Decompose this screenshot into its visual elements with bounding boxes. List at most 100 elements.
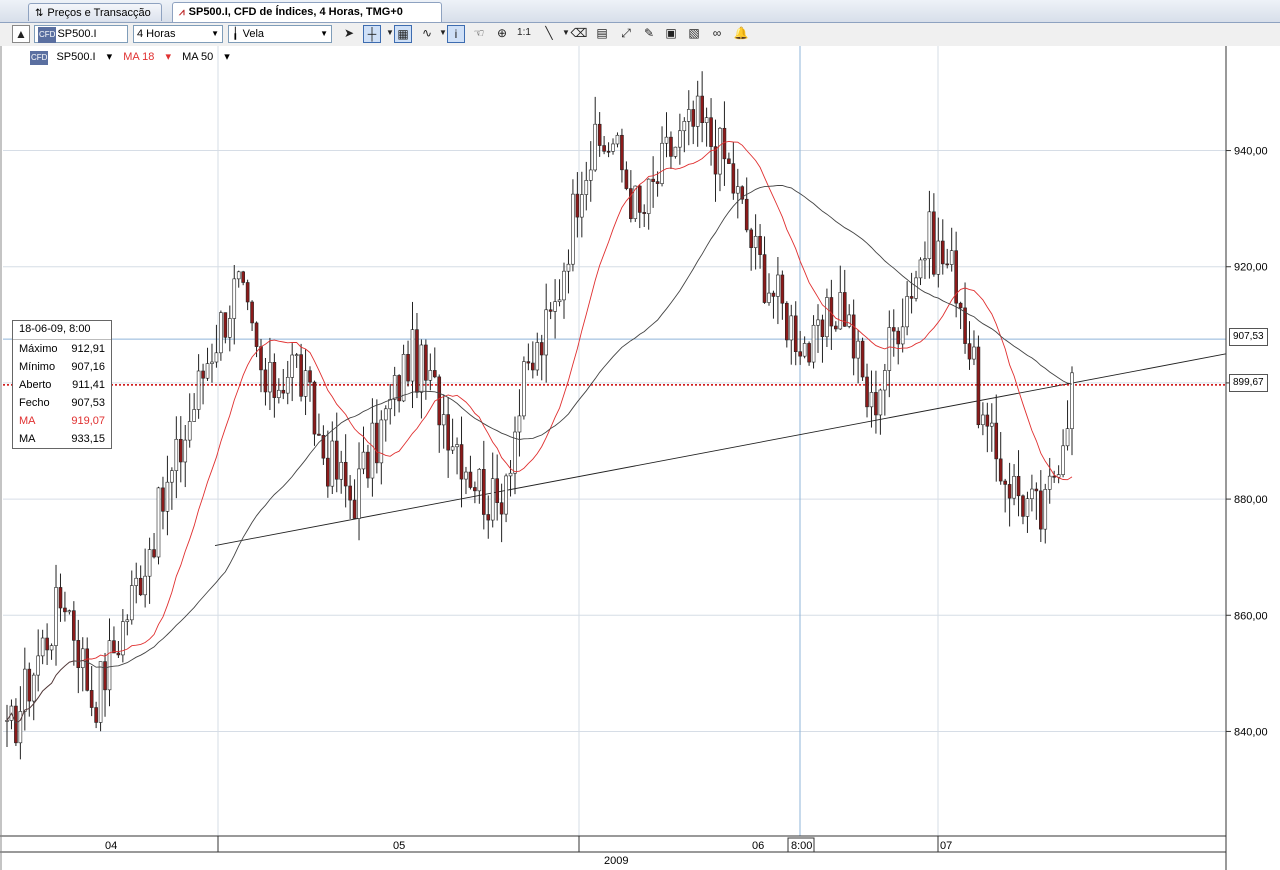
candle-body <box>932 211 936 275</box>
candle-body <box>584 180 589 195</box>
candle-body <box>816 319 820 326</box>
candle-body <box>624 169 629 189</box>
candle-body <box>834 325 838 330</box>
save-image-icon[interactable]: ▧ <box>685 25 703 43</box>
candle-body <box>499 502 504 515</box>
info-icon[interactable]: i <box>447 25 465 43</box>
candle-body <box>936 240 941 275</box>
candle-body <box>428 370 433 381</box>
tab-chart-sp500[interactable]: ⩘ SP500.I, CFD de Índices, 4 Horas, TMG+0 <box>172 2 442 22</box>
ma-lines <box>6 140 1073 724</box>
legend-ma-slow[interactable]: MA 50 ▾ <box>182 51 230 63</box>
candle-body <box>317 433 321 436</box>
candle-body <box>526 361 531 364</box>
candle-body <box>811 324 816 363</box>
eraser-icon[interactable]: ⌫ <box>570 25 588 43</box>
template-icon[interactable]: ▤ <box>593 25 611 43</box>
candle-body <box>36 655 40 676</box>
candle-body <box>669 136 673 157</box>
expand-icon[interactable]: ⤢ <box>617 25 635 43</box>
ma-fast-line <box>6 140 1073 724</box>
candle-body <box>891 327 896 332</box>
candle-body <box>178 438 183 463</box>
candle-body <box>80 648 85 669</box>
candle-body <box>375 422 379 464</box>
candle-body <box>789 315 794 341</box>
candle-body <box>1047 475 1052 490</box>
candle-body <box>1039 490 1043 530</box>
info-datetime: 18-06-09, 8:00 <box>13 321 111 340</box>
candle-body <box>446 414 450 451</box>
candle-body <box>152 549 156 558</box>
candle-body <box>40 637 45 657</box>
candle-body <box>967 343 972 360</box>
candle-body <box>1025 498 1030 517</box>
x-tick-label: 05 <box>393 840 405 852</box>
candle-body <box>611 143 615 152</box>
candle-body <box>326 457 330 487</box>
candle-body <box>985 414 990 427</box>
info-row-max: Máximo 912,91 <box>19 343 105 355</box>
candle-body <box>637 185 642 213</box>
symbol-input[interactable]: CFD SP500.I <box>34 25 128 43</box>
candle-body <box>299 354 303 397</box>
link-icon[interactable]: ∞ <box>708 25 726 43</box>
tab-label: SP500.I, CFD de Índices, 4 Horas, TMG+0 <box>188 6 403 18</box>
chart-style-select[interactable]: ╽ Vela ▼ <box>228 25 332 43</box>
candle-body <box>865 376 869 408</box>
line-draw-icon[interactable]: ╲ <box>540 25 558 43</box>
axes: 940,00920,00900,00880,00860,00840,000405… <box>0 46 1268 870</box>
tools-icon[interactable]: ✎ <box>640 25 658 43</box>
candle-body <box>566 263 571 272</box>
tab-precos-transaccao[interactable]: ⇅ Preços e Transacção <box>28 3 162 21</box>
candle-body <box>874 392 878 416</box>
candle-body <box>776 274 780 297</box>
candle-body <box>923 258 927 261</box>
hand-icon[interactable]: ☜ <box>470 25 488 43</box>
candle-body <box>272 362 277 398</box>
legend-ma-fast[interactable]: MA 18 ▾ <box>123 51 171 63</box>
candle-body <box>357 468 361 519</box>
ohlc-info-box: 18-06-09, 8:00 Máximo 912,91 Mínimo 907,16… <box>12 320 112 449</box>
alert-bell-icon[interactable]: 🔔 <box>732 25 750 43</box>
candle-body <box>187 421 192 441</box>
candle-body <box>125 619 130 622</box>
candle-body <box>593 123 598 171</box>
collapse-button[interactable]: ▲ <box>12 25 30 43</box>
price-chart[interactable]: 940,00920,00900,00880,00860,00840,000405… <box>0 46 1280 870</box>
candle-body <box>860 340 865 378</box>
crosshair-tool-icon[interactable]: ┼ <box>363 25 381 43</box>
x-year-label: 2009 <box>604 855 628 867</box>
scale-1to1-icon[interactable]: 1:1 <box>515 25 533 43</box>
candle-body <box>517 415 522 433</box>
y-tick-label: 920,00 <box>1234 262 1268 274</box>
legend-instrument[interactable]: CFD SP500.I ▾ <box>30 51 112 65</box>
candle-body <box>468 471 473 488</box>
cursor-tool-icon[interactable]: ➤ <box>340 25 358 43</box>
candle-body <box>277 389 281 398</box>
zoom-icon[interactable]: ⊕ <box>493 25 511 43</box>
candle-body <box>361 451 366 470</box>
candle-body <box>981 414 985 426</box>
candle-body <box>522 361 526 417</box>
candle-body <box>691 109 696 127</box>
candle-body <box>606 150 611 153</box>
copy-chart-icon[interactable]: ▣ <box>662 25 680 43</box>
grid-toggle-icon[interactable]: ▦ <box>394 25 412 43</box>
candle-body <box>535 342 540 371</box>
period-select[interactable]: 4 Horas ▼ <box>133 25 223 43</box>
candle-body <box>410 329 415 382</box>
info-row-min: Mínimo 907,16 <box>19 361 105 373</box>
candle-body <box>112 640 116 654</box>
candle-body <box>98 661 103 723</box>
candle-body <box>825 297 829 338</box>
candle-body <box>642 212 647 214</box>
candle-body <box>1052 475 1056 478</box>
crosshair-time-label: 8:00 <box>791 840 812 852</box>
candle-body <box>709 117 713 147</box>
chart-icon: ⩘ <box>179 7 185 18</box>
candle-body <box>303 370 308 397</box>
candle-body <box>254 322 259 347</box>
candle-body <box>473 487 477 492</box>
candle-body <box>31 674 36 702</box>
